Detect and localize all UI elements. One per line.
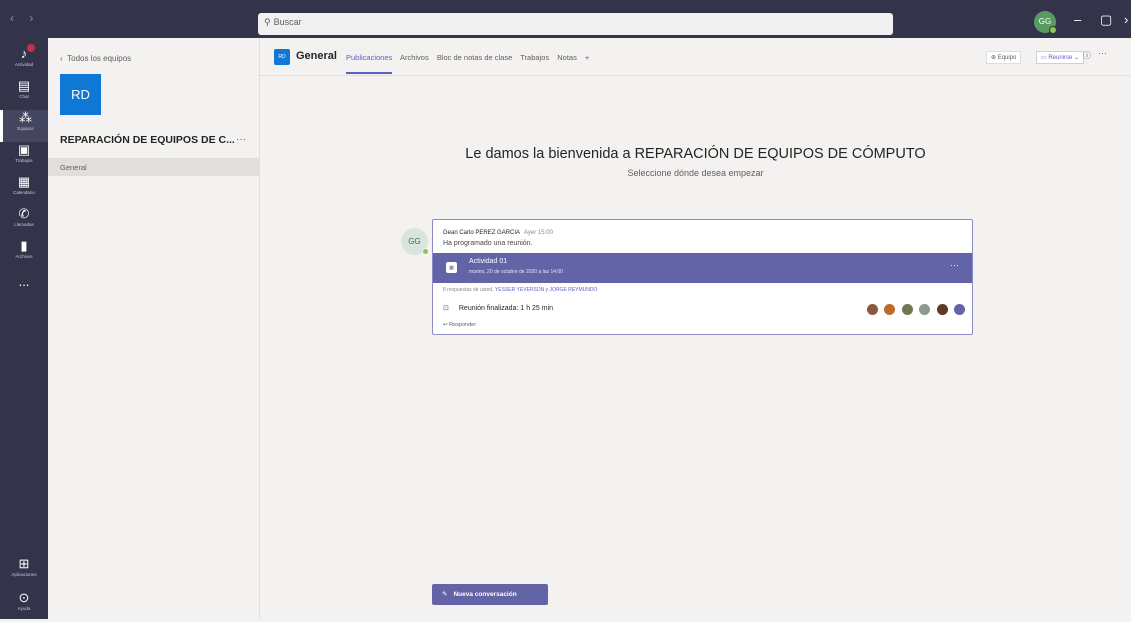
avatar — [901, 304, 913, 315]
chevron-left-icon: ‹ — [60, 54, 63, 63]
rail-item-llamadas[interactable]: ✆ Llamadas — [0, 206, 48, 238]
rail-item-calendario[interactable]: ▦ Calendario — [0, 174, 48, 206]
add-tab-button[interactable]: + — [585, 53, 589, 62]
rail-item-archivos[interactable]: ▮ Archivos — [0, 238, 48, 270]
bell-icon: ♪ — [20, 46, 28, 61]
channel-tabs: Publicaciones Archivos Bloc de notas de … — [346, 53, 595, 74]
meeting-date: martes, 20 de octubre de 2020 a las 14:0… — [469, 269, 563, 275]
tab-archivos[interactable]: Archivos — [400, 53, 429, 62]
team-panel: ‹ Todos los equipos RD REPARACIÓN DE EQU… — [48, 38, 260, 619]
tab-bloc-de-notas[interactable]: Bloc de notas de clase — [437, 53, 512, 62]
calendar-icon: ▦ — [17, 174, 31, 189]
rail-item-ayuda[interactable]: ⊙ Ayuda — [0, 590, 48, 622]
avatar — [919, 304, 931, 315]
channel-item-general[interactable]: General — [48, 158, 259, 176]
search-input[interactable]: ⚲ Buscar — [258, 13, 893, 35]
meet-button[interactable]: ▭ Reunirse ⌄ — [1036, 51, 1085, 64]
replies-link[interactable]: 8 respuestas de usted, YESSER YEVERSON y… — [443, 287, 597, 293]
rail-item-equipos[interactable]: ⁂ Equipos — [0, 110, 48, 142]
tab-publicaciones[interactable]: Publicaciones — [346, 53, 393, 74]
video-icon: ▭ — [1041, 55, 1047, 61]
team-button[interactable]: ⊕ Equipo — [986, 51, 1022, 64]
header-more-button[interactable]: ··· — [1098, 48, 1107, 58]
meeting-post: Gean Carlo PEREZ GARCIA Ayer 15:00 Ha pro… — [432, 219, 973, 335]
new-conversation-button[interactable]: ✎ Nueva conversación — [432, 584, 548, 605]
chat-icon: ▤ — [17, 78, 31, 93]
nav-arrows[interactable]: ‹ › — [10, 11, 39, 25]
back-to-teams-link[interactable]: ‹ Todos los equipos — [60, 54, 131, 63]
video-icon: ⊡ — [443, 305, 449, 312]
meeting-more-button[interactable]: ··· — [950, 260, 959, 270]
post-time: Ayer 15:00 — [524, 230, 553, 236]
participants-avatars[interactable] — [867, 302, 967, 320]
avatar — [936, 304, 948, 315]
avatar — [867, 304, 878, 315]
post-author: Gean Carlo PEREZ GARCIA Ayer 15:00 — [443, 230, 553, 236]
rail-item-aplicaciones[interactable]: ⊞ Aplicaciones — [0, 556, 48, 588]
assignments-icon: ▣ — [17, 142, 31, 157]
presence-dot — [422, 248, 429, 255]
reply-button[interactable]: ↩ Responder — [443, 322, 476, 328]
post-text: Ha programado una reunión. — [443, 240, 533, 247]
reply-icon: ↩ — [443, 322, 448, 328]
channel-header: RD General Publicaciones Archivos Bloc d… — [260, 38, 1131, 76]
rail-item-chat[interactable]: ▤ Chat — [0, 78, 48, 110]
apps-icon: ⊞ — [18, 556, 30, 571]
title-bar: ‹ › ⚲ Buscar GG – ▢ › — [0, 0, 1131, 38]
rail-item-actividad[interactable]: ♪ Actividad — [0, 44, 48, 78]
calendar-icon: ▦ — [446, 262, 457, 273]
presence-dot — [1049, 26, 1057, 34]
rail-more-button[interactable]: ... — [0, 274, 48, 306]
tab-trabajos[interactable]: Trabajos — [520, 53, 549, 62]
info-icon[interactable]: ⓘ — [1083, 50, 1091, 61]
channel-title: General — [296, 50, 337, 62]
teams-icon: ⁂ — [19, 110, 32, 125]
rail-item-trabajos[interactable]: ▣ Trabajos — [0, 142, 48, 174]
user-avatar[interactable]: GG — [1034, 11, 1057, 34]
avatar — [954, 304, 966, 315]
team-avatar: RD — [60, 74, 101, 115]
globe-icon: ⊕ — [991, 55, 997, 61]
meeting-title: Actividad 01 — [469, 258, 508, 265]
phone-icon: ✆ — [18, 206, 30, 221]
post-author-avatar[interactable]: GG — [401, 228, 429, 255]
help-icon: ⊙ — [18, 590, 30, 605]
search-icon: ⚲ — [264, 17, 271, 27]
search-placeholder: Buscar — [273, 17, 302, 27]
tab-notas[interactable]: Notas — [557, 53, 577, 62]
minimize-icon[interactable]: – — [1074, 12, 1081, 27]
app-rail: ♪ Actividad ▤ Chat ⁂ Equipos ▣ Trabajos … — [0, 38, 48, 619]
welcome-subtitle: Seleccione dónde desea empezar — [627, 168, 764, 178]
welcome-title: Le damos la bienvenida a REPARACIÓN DE E… — [465, 146, 926, 162]
meeting-card[interactable]: ▦ Actividad 01 martes, 20 de octubre de … — [433, 253, 972, 283]
maximize-icon[interactable]: ▢ — [1100, 12, 1112, 28]
notification-badge — [27, 44, 35, 52]
avatar — [884, 304, 896, 315]
team-more-button[interactable]: ··· — [236, 134, 246, 145]
compose-icon: ✎ — [442, 591, 448, 598]
channel-avatar: RD — [274, 49, 290, 65]
meeting-ended-status: ⊡ Reunión finalizada: 1 h 25 min — [443, 305, 554, 312]
close-icon[interactable]: › — [1124, 12, 1128, 27]
team-name[interactable]: REPARACIÓN DE EQUIPOS DE C... — [60, 134, 235, 146]
chevron-down-icon: ⌄ — [1074, 55, 1080, 61]
more-icon: ... — [18, 274, 30, 289]
files-icon: ▮ — [20, 238, 28, 253]
